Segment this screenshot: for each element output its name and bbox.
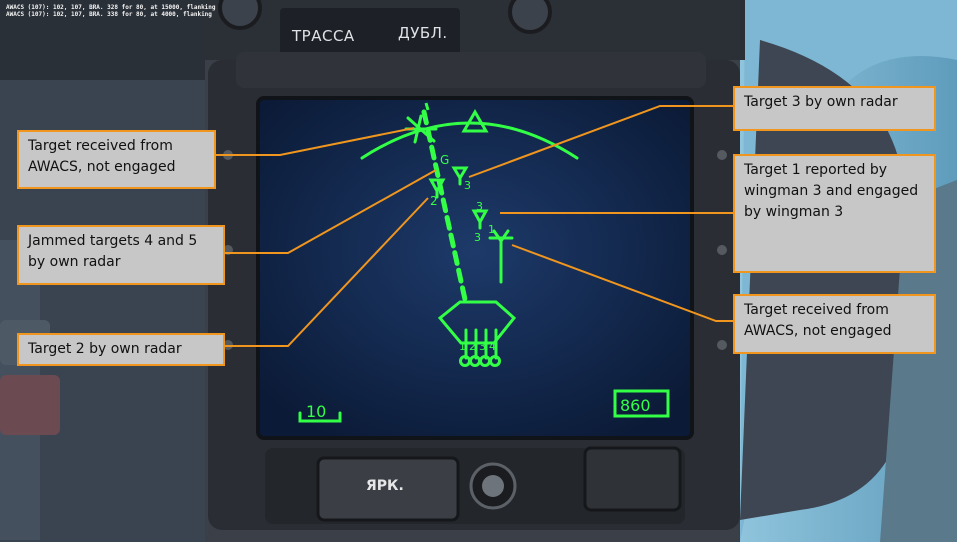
callout-jammed: Jammed targets 4 and 5 by own radar <box>17 225 225 285</box>
callout-awacs-top: Target received from AWACS, not engaged <box>17 130 216 189</box>
callout-wingman: Target 1 reported by wingman 3 and engag… <box>733 154 936 273</box>
callout-awacs-bottom: Target received from AWACS, not engaged <box>733 294 936 354</box>
leader-target3 <box>468 105 733 178</box>
callout-target2: Target 2 by own radar <box>17 333 225 366</box>
leader-awacs-top <box>214 127 415 156</box>
leader-jammed <box>224 169 437 254</box>
leader-target2 <box>224 197 429 347</box>
callout-target3: Target 3 by own radar <box>733 86 936 131</box>
leader-awacs-bottom <box>511 244 735 322</box>
